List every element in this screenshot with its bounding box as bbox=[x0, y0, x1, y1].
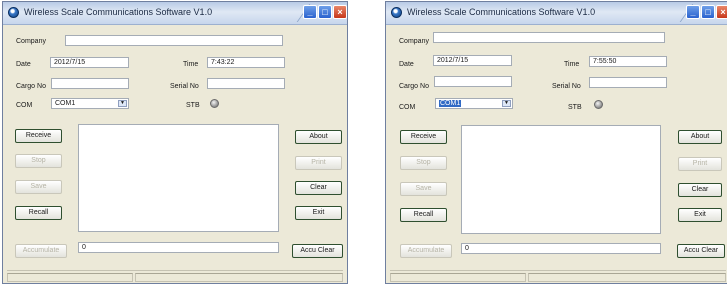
status-pane-1 bbox=[7, 273, 133, 282]
status-pane-1 bbox=[390, 273, 526, 282]
date-label: Date bbox=[399, 61, 414, 68]
exit-button[interactable]: Exit bbox=[295, 206, 342, 220]
app-window-right: Wireless Scale Communications Software V… bbox=[385, 1, 727, 284]
minimize-icon[interactable]: _ bbox=[686, 5, 700, 19]
accumulate-button[interactable]: Accumulate bbox=[15, 244, 67, 258]
accumulate-field[interactable]: 0 bbox=[78, 242, 279, 253]
status-led-icon bbox=[210, 99, 219, 108]
title-bar[interactable]: Wireless Scale Communications Software V… bbox=[3, 2, 371, 25]
company-label: Company bbox=[399, 38, 429, 45]
app-icon bbox=[8, 7, 19, 18]
com-select[interactable]: COM1 ▼ bbox=[51, 98, 129, 109]
company-label: Company bbox=[16, 38, 46, 45]
status-bar bbox=[390, 270, 726, 283]
window-title: Wireless Scale Communications Software V… bbox=[24, 7, 213, 17]
stop-button[interactable]: Stop bbox=[400, 156, 447, 170]
clear-button[interactable]: Clear bbox=[295, 181, 342, 195]
received-data-memo[interactable] bbox=[78, 124, 279, 232]
receive-button[interactable]: Receive bbox=[400, 130, 447, 144]
com-select[interactable]: COM1 ▼ bbox=[435, 98, 513, 109]
save-button[interactable]: Save bbox=[15, 180, 62, 194]
status-led-icon bbox=[594, 100, 603, 109]
accumulate-button[interactable]: Accumulate bbox=[400, 244, 452, 258]
time-label: Time bbox=[564, 61, 580, 68]
receive-button[interactable]: Receive bbox=[15, 129, 62, 143]
company-field[interactable] bbox=[433, 32, 665, 43]
exit-button[interactable]: Exit bbox=[678, 208, 722, 222]
title-bar[interactable]: Wireless Scale Communications Software V… bbox=[386, 2, 727, 25]
print-button[interactable]: Print bbox=[678, 157, 722, 171]
cargo-no-field[interactable] bbox=[434, 76, 512, 87]
com-select-value: COM1 bbox=[439, 100, 462, 107]
received-data-memo[interactable] bbox=[461, 125, 661, 234]
about-button[interactable]: About bbox=[678, 130, 722, 144]
recall-button[interactable]: Recall bbox=[15, 206, 62, 220]
stop-button[interactable]: Stop bbox=[15, 154, 62, 168]
date-label: Date bbox=[16, 61, 31, 68]
status-pane-2 bbox=[528, 273, 726, 282]
serial-no-field[interactable] bbox=[207, 78, 285, 89]
com-label: COM bbox=[16, 102, 33, 109]
app-window-left: Wireless Scale Communications Software V… bbox=[2, 1, 371, 284]
cargo-no-label: Cargo No bbox=[399, 83, 429, 90]
chevron-down-icon[interactable]: ▼ bbox=[118, 100, 127, 107]
app-icon bbox=[391, 7, 402, 18]
com-select-value: COM1 bbox=[55, 100, 76, 107]
accu-clear-button[interactable]: Accu Clear bbox=[292, 244, 343, 258]
cargo-no-field[interactable] bbox=[51, 78, 129, 89]
save-button[interactable]: Save bbox=[400, 182, 447, 196]
maximize-icon[interactable]: □ bbox=[318, 5, 332, 19]
status-bar bbox=[7, 270, 343, 283]
clear-button[interactable]: Clear bbox=[678, 183, 722, 197]
accu-clear-button[interactable]: Accu Clear bbox=[677, 244, 725, 258]
about-button[interactable]: About bbox=[295, 130, 342, 144]
minimize-icon[interactable]: _ bbox=[303, 5, 317, 19]
accumulate-field[interactable]: 0 bbox=[461, 243, 661, 254]
stb-label: STB bbox=[568, 104, 582, 111]
time-field[interactable]: 7:43:22 bbox=[207, 57, 285, 68]
date-field[interactable]: 2012/7/15 bbox=[50, 57, 129, 68]
cargo-no-label: Cargo No bbox=[16, 83, 46, 90]
com-label: COM bbox=[399, 104, 416, 111]
status-pane-2 bbox=[135, 273, 343, 282]
time-field[interactable]: 7:55:50 bbox=[589, 56, 667, 67]
recall-button[interactable]: Recall bbox=[400, 208, 447, 222]
company-field[interactable] bbox=[65, 35, 283, 46]
maximize-icon[interactable]: □ bbox=[701, 5, 715, 19]
close-icon[interactable]: × bbox=[716, 5, 727, 19]
serial-no-label: Serial No bbox=[552, 83, 581, 90]
date-field[interactable]: 2012/7/15 bbox=[433, 55, 512, 66]
serial-no-field[interactable] bbox=[589, 77, 667, 88]
print-button[interactable]: Print bbox=[295, 156, 342, 170]
chevron-down-icon[interactable]: ▼ bbox=[502, 100, 511, 107]
stb-label: STB bbox=[186, 102, 200, 109]
time-label: Time bbox=[183, 61, 199, 68]
close-icon[interactable]: × bbox=[333, 5, 347, 19]
serial-no-label: Serial No bbox=[170, 83, 199, 90]
window-title: Wireless Scale Communications Software V… bbox=[407, 7, 596, 17]
